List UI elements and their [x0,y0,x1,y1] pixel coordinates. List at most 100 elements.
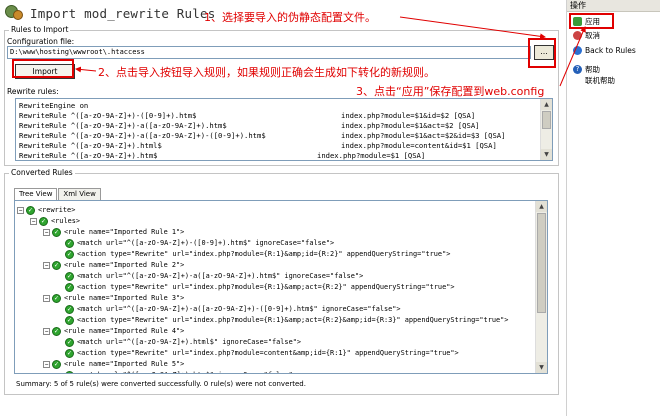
annotation-step2: 2、点击导入按钮导入规则，如果规则正确会生成如下转化的新规则。 [98,66,435,79]
success-check-icon: ✓ [65,316,74,325]
tree-node-text: <rewrite> [38,206,76,214]
scroll-down-icon[interactable]: ▼ [536,362,547,373]
rule-pattern: RewriteRule ^([a-zO-9A-Z]+).htm$ [19,151,158,160]
rewrite-rule-line: RewriteRule ^([a-zO-9A-Z]+).html$ index.p… [19,141,539,151]
rewrite-rules-label: Rewrite rules: [7,87,59,96]
collapse-icon[interactable]: − [17,207,24,214]
rule-pattern: RewriteRule ^([a-zO-9A-Z]+).html$ [19,141,162,150]
rules-to-import-label: Rules to Import [9,25,71,34]
collapse-icon[interactable]: − [43,229,50,236]
actions-header: 操作 [567,0,660,12]
tree-node[interactable]: ✓ <action type="Rewrite" url="index.php?m… [17,282,532,293]
tree-node-text: <rule name="Imported Rule 5"> [64,360,185,368]
success-check-icon: ✓ [52,228,61,237]
rule-substitution: index.php?module=$1&act=$2 [QSA] [341,121,480,130]
collapse-icon[interactable]: − [43,361,50,368]
success-check-icon: ✓ [39,217,48,226]
help-icon: ? [573,65,582,74]
back-to-rules-label: Back to Rules [585,46,636,55]
url-rewrite-icon [4,3,24,23]
cancel-icon [573,31,582,40]
tree-node[interactable]: ✓ <match url="^([a-zO-9A-Z]+)-([0-9]+).ht… [17,238,532,249]
tree-node-text: <action type="Rewrite" url="index.php?mo… [77,283,455,291]
rule-pattern: RewriteEngine on [19,101,89,110]
tree-node[interactable]: ✓ <match url="^([a-zO-9A-Z]+)-a([a-zO-9A-… [17,304,532,315]
tree-node-text: <match url="^([a-zO-9A-Z]+)-a([a-zO-9A-Z… [77,305,401,313]
success-check-icon: ✓ [65,371,74,373]
import-highlight [12,59,74,78]
back-icon [573,46,582,55]
tree-node[interactable]: ✓ <action type="Rewrite" url="index.php?m… [17,315,532,326]
online-help-action[interactable]: 联机帮助 [585,75,615,86]
tree-node[interactable]: ✓ <match url="^([a-zO-9A-Z]+).html$" igno… [17,337,532,348]
rule-substitution: index.php?module=content&id=$1 [QSA] [341,141,497,150]
page-title: Import mod_rewrite Rules [30,5,216,21]
success-check-icon: ✓ [52,327,61,336]
config-file-input[interactable]: D:\www\hosting\wwwroot\.htaccess [7,46,531,59]
scroll-up-icon[interactable]: ▲ [541,99,552,110]
collapse-icon[interactable]: − [30,218,37,225]
tree-node-text: <action type="Rewrite" url="index.php?mo… [77,349,459,357]
annotation-step1: 1、选择要导入的伪静态配置文件。 [204,11,376,24]
tree-node[interactable]: − ✓ <rule name="Imported Rule 3"> [17,293,532,304]
help-action[interactable]: ? 帮助 [573,64,600,75]
rule-substitution: index.php?module=$1 [QSA] [317,151,426,160]
tree-node[interactable]: − ✓ <rule name="Imported Rule 5"> [17,359,532,370]
rule-substitution: index.php?module=$1&id=$2 [QSA] [341,111,476,120]
tree-node[interactable]: − ✓ <rule name="Imported Rule 1"> [17,227,532,238]
success-check-icon: ✓ [26,206,35,215]
converted-rules-tree-panel[interactable]: − ✓ <rewrite> − ✓ <rules> − ✓ <rule name="Import… [14,200,548,374]
rule-substitution: index.php?module=$1&act=$2&id=$3 [QSA] [341,131,506,140]
tab-xml-view[interactable]: Xml View [58,188,101,200]
annotation-step3: 3、点击“应用”保存配置到web.config [356,85,545,98]
tree-node[interactable]: ✓ <action type="Rewrite" url="index.php?m… [17,348,532,359]
scroll-thumb[interactable] [537,213,546,313]
tree-node[interactable]: − ✓ <rewrite> [17,205,532,216]
success-check-icon: ✓ [65,338,74,347]
tree-node[interactable]: − ✓ <rule name="Imported Rule 2"> [17,260,532,271]
rules-scrollbar[interactable]: ▲ ▼ [540,99,552,160]
tree-node[interactable]: − ✓ <rule name="Imported Rule 4"> [17,326,532,337]
apply-highlight [569,13,614,29]
rewrite-rule-line: RewriteRule ^([a-zO-9A-Z]+).htm$ index.ph… [19,151,539,160]
back-to-rules-action[interactable]: Back to Rules [573,46,636,55]
scroll-thumb[interactable] [542,111,551,129]
scroll-up-icon[interactable]: ▲ [536,201,547,212]
tree-node[interactable]: − ✓ <rules> [17,216,532,227]
rule-pattern: RewriteRule ^([a-zO-9A-Z]+)-([0-9]+).htm… [19,111,197,120]
online-help-label: 联机帮助 [585,76,615,85]
tree-node-text: <action type="Rewrite" url="index.php?mo… [77,250,451,258]
actions-pane: 操作 应用 取消 Back to Rules ? 帮助 联机帮助 [566,0,660,416]
rewrite-rule-line: RewriteRule ^([a-zO-9A-Z]+)-([0-9]+).htm… [19,111,539,121]
converted-rules-label: Converted Rules [9,168,75,177]
rewrite-rule-line: RewriteRule ^([a-zO-9A-Z]+)-a([a-zO-9A-Z… [19,131,539,141]
cancel-action[interactable]: 取消 [573,30,600,41]
cancel-label: 取消 [585,31,600,40]
tree-node-text: <rule name="Imported Rule 1"> [64,228,185,236]
main-panel: Import mod_rewrite Rules Rules to Import… [0,0,566,416]
scroll-down-icon[interactable]: ▼ [541,149,552,160]
converted-rules-tree: − ✓ <rewrite> − ✓ <rules> − ✓ <rule name="Import… [17,205,532,373]
tree-scrollbar[interactable]: ▲ ▼ [535,201,547,373]
collapse-icon[interactable]: − [43,262,50,269]
collapse-icon[interactable]: − [43,295,50,302]
success-check-icon: ✓ [65,272,74,281]
success-check-icon: ✓ [52,360,61,369]
conversion-summary: Summary: 5 of 5 rule(s) were converted s… [16,380,306,388]
tree-node-text: <match url="^([a-zO-9A-Z]+).html$" ignor… [77,338,302,346]
tree-node-text: <match url="^([a-zO-9A-Z]+)-a([a-zO-9A-Z… [77,272,364,280]
rewrite-rules-textarea[interactable]: RewriteEngine on RewriteRule ^([a-zO-9A-Z… [15,98,553,161]
success-check-icon: ✓ [52,294,61,303]
rule-pattern: RewriteRule ^([a-zO-9A-Z]+)-a([a-zO-9A-Z… [19,121,227,130]
rule-pattern: RewriteRule ^([a-zO-9A-Z]+)-a([a-zO-9A-Z… [19,131,266,140]
tree-node[interactable]: ✓ <match url="^([a-zO-9A-Z]+)-a([a-zO-9A-… [17,271,532,282]
tree-node-text: <match url="^([a-zO-9A-Z]+)-([0-9]+).htm… [77,239,335,247]
tree-node-text: <rule name="Imported Rule 2"> [64,261,185,269]
success-check-icon: ✓ [52,261,61,270]
tree-node-text: <rule name="Imported Rule 4"> [64,327,185,335]
rewrite-rules-list: RewriteEngine on RewriteRule ^([a-zO-9A-Z… [19,101,539,160]
tree-node[interactable]: ✓ <action type="Rewrite" url="index.php?m… [17,249,532,260]
tree-node[interactable]: ✓<match url="^([a-zO-9A-Z]+).htm$" ignor… [17,370,532,373]
collapse-icon[interactable]: − [43,328,50,335]
view-tabs: Tree View Xml View [14,188,102,201]
